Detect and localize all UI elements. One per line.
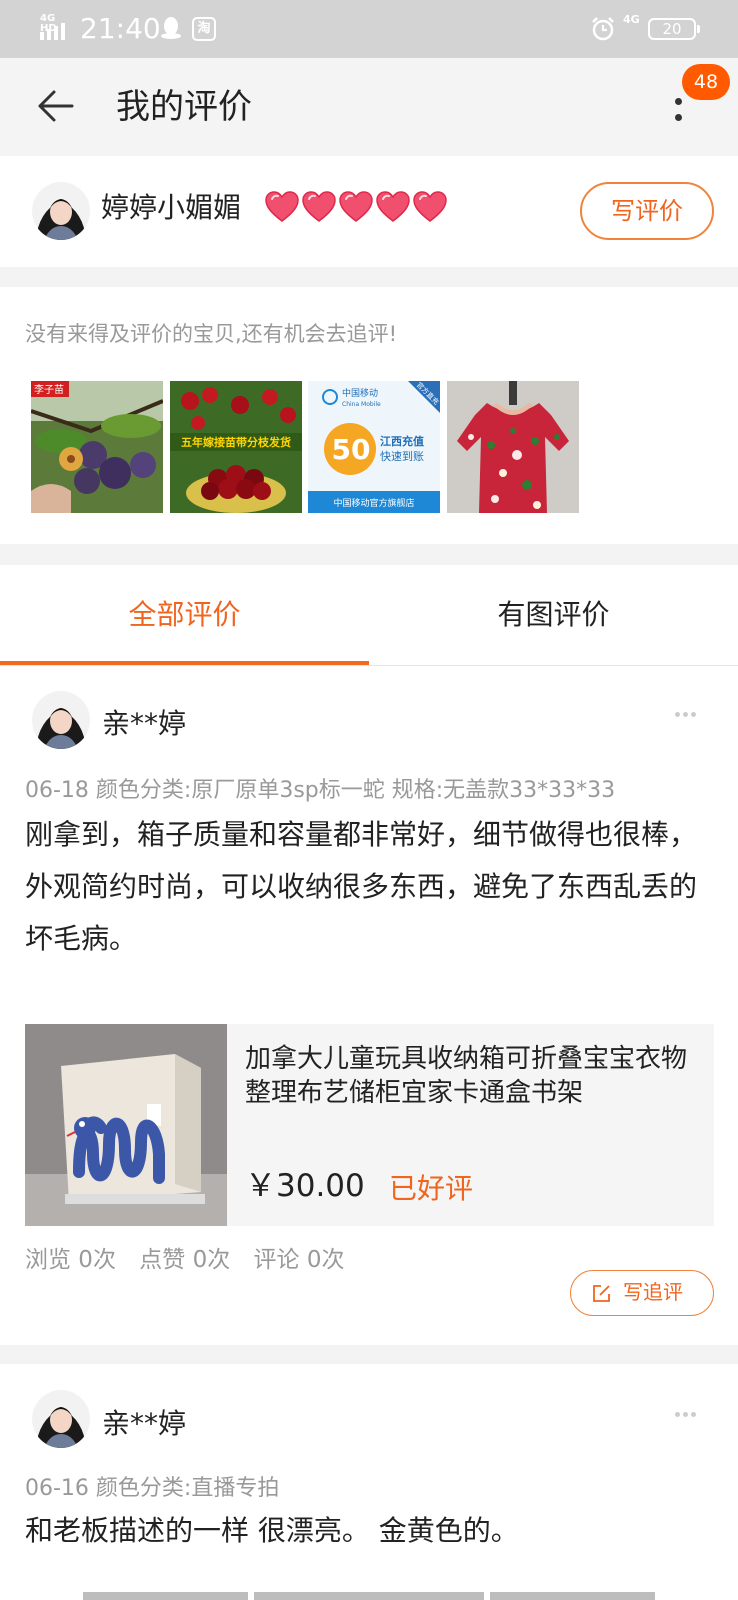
tab-all-reviews[interactable]: 全部评价 bbox=[0, 565, 369, 665]
profile-card: 婷婷小媚媚 写评价 bbox=[0, 156, 738, 267]
product-image bbox=[25, 1024, 227, 1226]
tab-photo-reviews[interactable]: 有图评价 bbox=[369, 565, 738, 665]
thumb-brand-en: China Mobile bbox=[342, 401, 381, 408]
followup-label: 写追评 bbox=[623, 1280, 683, 1304]
like-count: 点赞 0次 bbox=[139, 1247, 231, 1273]
avatar[interactable] bbox=[32, 691, 90, 749]
qq-icon bbox=[161, 17, 181, 39]
pending-review-card: 没有来得及评价的宝贝,还有机会去追评! 李子苗 五年嫁接苗带分枝发货 官方直充 … bbox=[0, 287, 738, 544]
pending-tip: 没有来得及评价的宝贝,还有机会去追评! bbox=[25, 322, 398, 346]
image-strip-peek bbox=[254, 1592, 484, 1600]
thumb-tag: 李子苗 bbox=[34, 383, 64, 396]
taobao-icon: 淘 bbox=[192, 17, 216, 41]
thumb-caption: 五年嫁接苗带分枝发货 bbox=[181, 435, 291, 449]
thumb-line2: 快速到账 bbox=[380, 450, 424, 463]
thumb-brand: 中国移动 bbox=[342, 387, 378, 399]
review-list-card: 全部评价 有图评价 亲**婷 06-18 颜色分类:原厂原单3sp标一蛇 规格:… bbox=[0, 565, 738, 1345]
pending-product-thumb-dress[interactable] bbox=[447, 381, 579, 513]
review-text: 和老板描述的一样 很漂亮。 金黄色的。 bbox=[25, 1514, 519, 1547]
message-count-badge[interactable]: 48 bbox=[682, 64, 730, 100]
alarm-icon bbox=[592, 17, 614, 41]
review-stats: 浏览 0次 点赞 0次 评论 0次 bbox=[25, 1244, 360, 1276]
review-menu-icon[interactable] bbox=[675, 1410, 699, 1418]
header: 我的评价 48 bbox=[0, 58, 738, 156]
comment-count: 评论 0次 bbox=[253, 1247, 345, 1273]
back-arrow-icon[interactable] bbox=[36, 88, 76, 124]
network-indicator: 4G bbox=[623, 13, 640, 26]
thumb-amount: 50 bbox=[332, 433, 371, 466]
reviewed-product[interactable]: 加拿大儿童玩具收纳箱可折叠宝宝衣物整理布艺储柜宜家卡通盒书架 ￥30.00 已好… bbox=[25, 1024, 714, 1226]
heart-icon bbox=[265, 191, 299, 222]
image-strip-peek bbox=[490, 1592, 655, 1600]
page-title: 我的评价 bbox=[116, 87, 252, 127]
review-status: 已好评 bbox=[389, 1172, 474, 1205]
review-card-2: 亲**婷 06-16 颜色分类:直播专拍 和老板描述的一样 很漂亮。 金黄色的。 bbox=[0, 1364, 738, 1600]
write-review-button[interactable]: 写评价 bbox=[580, 182, 714, 240]
pending-product-thumb-plum[interactable]: 李子苗 bbox=[31, 381, 163, 513]
profile-username: 婷婷小媚媚 bbox=[101, 191, 242, 224]
thumb-line1: 江西充值 bbox=[380, 434, 424, 448]
review-meta: 06-16 颜色分类:直播专拍 bbox=[25, 1476, 280, 1501]
heart-icon bbox=[413, 191, 447, 222]
thumb-footer: 中国移动官方旗舰店 bbox=[333, 497, 414, 509]
heart-icon bbox=[302, 191, 336, 222]
review-username: 亲**婷 bbox=[102, 707, 187, 740]
status-bar: 4G HD 21:40 淘 4G 20 bbox=[0, 0, 738, 58]
pending-product-thumb-cherry[interactable]: 五年嫁接苗带分枝发货 bbox=[170, 381, 302, 513]
review-menu-icon[interactable] bbox=[675, 710, 699, 718]
divider bbox=[0, 665, 738, 666]
heart-icon bbox=[339, 191, 373, 222]
avatar[interactable] bbox=[32, 1390, 90, 1448]
more-icon[interactable] bbox=[668, 90, 688, 130]
status-time: 21:40 bbox=[80, 12, 161, 45]
view-count: 浏览 0次 bbox=[25, 1247, 116, 1273]
battery-icon: 20 bbox=[648, 18, 700, 40]
review-meta: 06-18 颜色分类:原厂原单3sp标一蛇 规格:无盖款33*33*33 bbox=[25, 778, 616, 803]
edit-icon bbox=[593, 1285, 610, 1302]
avatar[interactable] bbox=[32, 182, 90, 240]
signal-icon: 4G HD bbox=[40, 14, 72, 40]
product-price: ￥30.00 bbox=[245, 1168, 365, 1204]
review-text: 刚拿到，箱子质量和容量都非常好，细节做得也很棒，外观简约时尚，可以收纳很多东西，… bbox=[25, 818, 698, 955]
review-username: 亲**婷 bbox=[102, 1407, 187, 1440]
heart-icon bbox=[376, 191, 410, 222]
product-title: 加拿大儿童玩具收纳箱可折叠宝宝衣物整理布艺储柜宜家卡通盒书架 bbox=[245, 1044, 688, 1108]
pending-product-thumb-recharge[interactable]: 官方直充 中国移动 China Mobile 50 江西充值 快速到账 中国移动… bbox=[308, 381, 440, 513]
image-strip-peek bbox=[83, 1592, 248, 1600]
write-followup-button[interactable]: 写追评 bbox=[570, 1270, 714, 1316]
